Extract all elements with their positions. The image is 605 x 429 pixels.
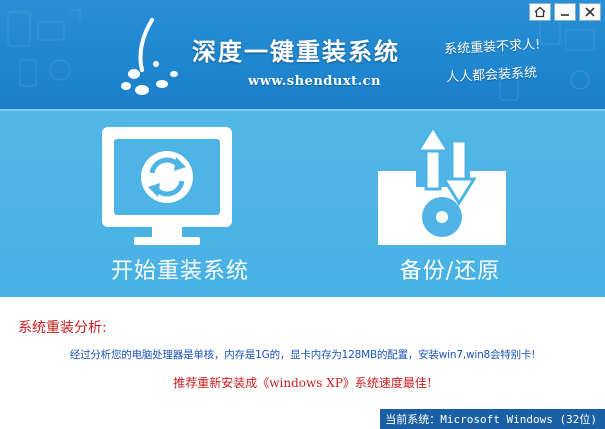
monitor-refresh-icon — [102, 127, 232, 245]
start-reinstall-label: 开始重装系统 — [110, 259, 249, 284]
analysis-recommendation: 推荐重新安装成《windows XP》系统速度最佳! — [173, 376, 432, 390]
main-actions-area: 开始重装系统 备份/还原 — [0, 109, 605, 297]
logo-icon — [121, 18, 178, 95]
analysis-title: 系统重装分析: — [18, 320, 107, 336]
home-icon — [534, 6, 546, 18]
backup-restore-label: 备份/还原 — [399, 259, 501, 284]
status-bar: 当前系统：Microsoft Windows (32位) — [0, 409, 605, 429]
backup-restore-button[interactable]: 备份/还原 — [360, 111, 540, 297]
close-icon — [585, 7, 595, 17]
minimize-icon — [561, 14, 569, 16]
current-system-text: 当前系统：Microsoft Windows (32位) — [385, 413, 597, 426]
site-url: www.shenduxt.cn — [248, 74, 381, 89]
analysis-panel: 系统重装分析: 经过分析您的电脑处理器是单核，内存是1G的，显卡内存为128MB… — [0, 297, 605, 409]
close-button[interactable] — [579, 3, 601, 21]
disk-transfer-icon — [378, 124, 506, 245]
minimize-button[interactable] — [554, 3, 576, 21]
home-button[interactable] — [529, 3, 551, 21]
start-reinstall-button[interactable]: 开始重装系统 — [90, 111, 270, 297]
header-banner: 深度一键重装系统 www.shenduxt.cn 系统重装不求人! 人人都会装系… — [0, 0, 605, 109]
analysis-detail: 经过分析您的电脑处理器是单核，内存是1G的，显卡内存为128MB的配置，安装wi… — [69, 349, 536, 361]
status-bar-blank — [0, 409, 380, 429]
window-controls — [529, 3, 601, 21]
app-title: 深度一键重装系统 — [192, 38, 400, 66]
app-window: 深度一键重装系统 www.shenduxt.cn 系统重装不求人! 人人都会装系… — [0, 0, 605, 429]
